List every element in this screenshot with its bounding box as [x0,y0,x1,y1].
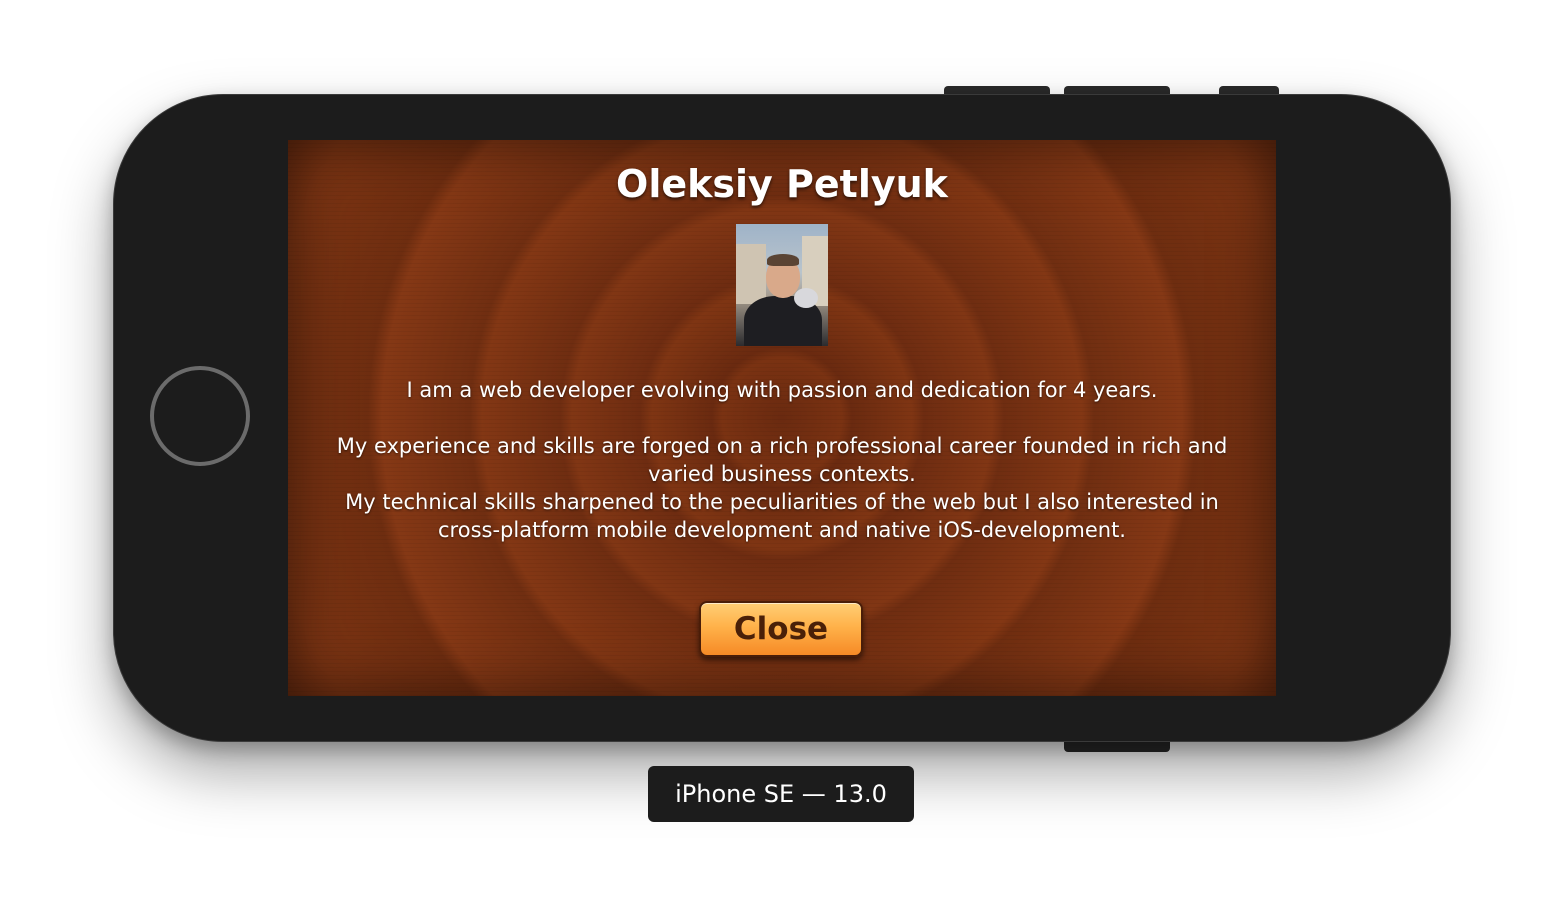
profile-photo [736,224,828,346]
bio-paragraph-intro: I am a web developer evolving with passi… [406,378,1158,402]
bio-paragraph-experience: My experience and skills are forged on a… [336,434,1228,486]
home-button[interactable] [150,366,250,466]
simulator-stage: Oleksiy Petlyuk I am a web developer evo… [0,0,1564,908]
device-caption-label: iPhone SE — 13.0 [648,766,914,822]
profile-name-title: Oleksiy Petlyuk [616,162,948,206]
app-screen: Oleksiy Petlyuk I am a web developer evo… [288,140,1276,696]
bio-paragraph-skills: My technical skills sharpened to the pec… [345,490,1219,542]
close-button[interactable]: Close [699,601,863,657]
bio-text: I am a web developer evolving with passi… [328,376,1236,544]
